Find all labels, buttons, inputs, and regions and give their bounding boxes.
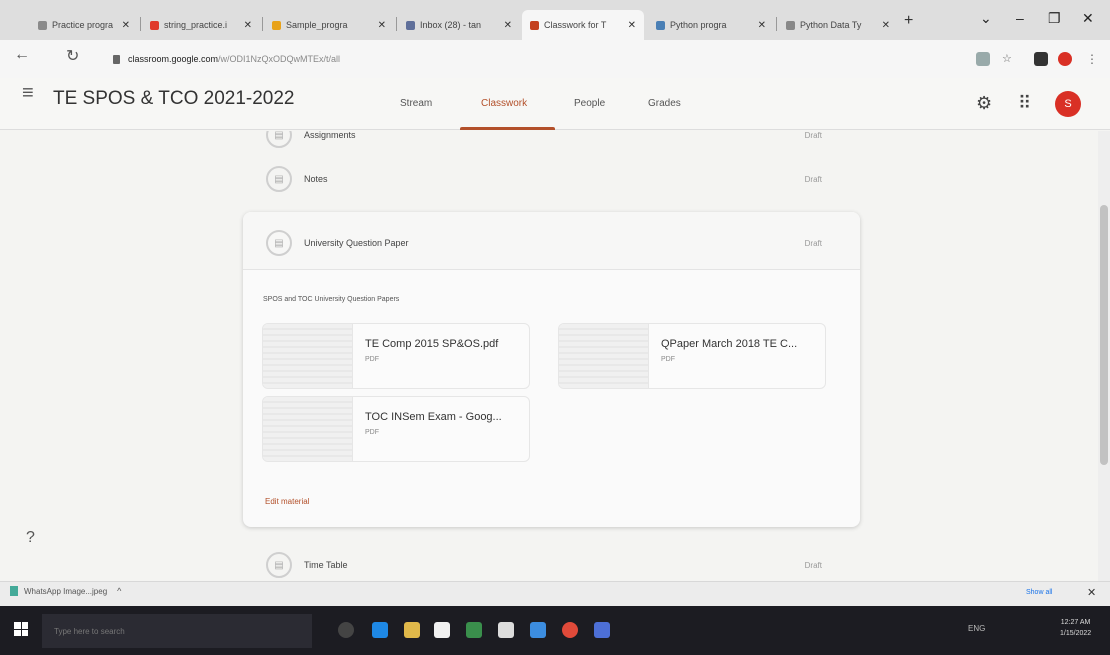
pdf-thumbnail	[263, 397, 353, 461]
browser-tab[interactable]: Python Data Ty ✕	[778, 10, 898, 40]
tab-favicon-icon	[38, 20, 47, 30]
material-icon: ▤	[266, 552, 292, 578]
tab-favicon-icon	[150, 20, 159, 30]
class-title[interactable]: TE SPOS & TCO 2021-2022	[53, 88, 295, 110]
tab-divider	[140, 17, 141, 31]
browser-tab-active[interactable]: Classwork for T ✕	[522, 10, 644, 40]
tab-close-icon[interactable]: ✕	[882, 20, 890, 31]
profile-icon[interactable]	[1058, 52, 1072, 66]
tab-stream[interactable]: Stream	[400, 98, 432, 109]
taskbar-search-input[interactable]: Type here to search	[42, 614, 312, 648]
browser-tab[interactable]: Practice progra ✕	[30, 10, 138, 40]
pdf-thumbnail	[559, 324, 649, 388]
topic-row-expanded[interactable]: ▤ University Question Paper Draft	[262, 225, 852, 261]
menu-kebab-icon[interactable]: ⋮	[1086, 52, 1100, 66]
download-item[interactable]: WhatsApp Image...jpeg ^	[10, 586, 121, 596]
downloads-bar	[0, 581, 1110, 606]
material-icon: ▤	[266, 131, 292, 148]
store-icon[interactable]	[434, 622, 450, 638]
pdf-thumbnail	[263, 324, 353, 388]
browser-tab[interactable]: Sample_progra ✕	[264, 10, 394, 40]
hamburger-menu-icon[interactable]: ≡	[22, 82, 34, 105]
tab-favicon-icon	[656, 20, 665, 30]
attachment-card[interactable]: QPaper March 2018 TE C... PDF	[558, 323, 826, 389]
edge-icon[interactable]	[372, 622, 388, 638]
tab-classwork[interactable]: Classwork	[481, 98, 527, 109]
material-icon: ▤	[266, 230, 292, 256]
windows-start-icon[interactable]	[14, 622, 28, 636]
tab-divider	[262, 17, 263, 31]
material-icon: ▤	[266, 166, 292, 192]
system-tray-language[interactable]: ENG	[968, 624, 985, 633]
extensions-puzzle-icon[interactable]	[1034, 52, 1048, 66]
tab-search-icon[interactable]: ⌄	[980, 10, 992, 27]
tab-close-icon[interactable]: ✕	[244, 20, 252, 31]
back-icon[interactable]: ←	[14, 46, 30, 64]
tab-favicon-icon	[786, 20, 795, 30]
tab-divider	[396, 17, 397, 31]
tab-close-icon[interactable]: ✕	[758, 20, 766, 31]
attachment-card[interactable]: TE Comp 2015 SP&OS.pdf PDF	[262, 323, 530, 389]
edit-material-link[interactable]: Edit material	[265, 497, 309, 506]
topic-row[interactable]: ▤ Notes Draft	[262, 161, 852, 197]
restore-icon[interactable]: ❐	[1048, 10, 1061, 27]
browser-tab[interactable]: Python progra ✕	[648, 10, 774, 40]
browser-tab[interactable]: Inbox (28) - tan ✕	[398, 10, 520, 40]
material-description: SPOS and TOC University Question Papers	[263, 296, 400, 303]
new-tab-button[interactable]: +	[904, 12, 913, 30]
avatar[interactable]: S	[1055, 91, 1081, 117]
scrollbar-thumb[interactable]	[1100, 205, 1108, 465]
show-all-link[interactable]: Show all	[1026, 589, 1052, 596]
close-window-icon[interactable]: ✕	[1082, 10, 1094, 27]
tab-close-icon[interactable]: ✕	[628, 20, 636, 31]
notes-app-icon[interactable]	[498, 622, 514, 638]
app-icon[interactable]	[466, 622, 482, 638]
chrome-icon[interactable]	[562, 622, 578, 638]
chevron-up-icon[interactable]: ^	[117, 586, 121, 596]
tab-people[interactable]: People	[574, 98, 605, 109]
tab-grades[interactable]: Grades	[648, 98, 681, 109]
active-tab-indicator	[460, 127, 555, 130]
tab-divider	[776, 17, 777, 31]
topic-row[interactable]: ▤ Time Table Draft	[262, 547, 852, 581]
image-file-icon	[10, 586, 18, 596]
apps-grid-icon[interactable]: ⠿	[1018, 93, 1031, 114]
minimize-icon[interactable]: –	[1016, 10, 1024, 26]
tab-favicon-icon	[272, 20, 281, 30]
tab-favicon-icon	[530, 20, 539, 30]
tab-close-icon[interactable]: ✕	[122, 20, 130, 31]
taskbar-clock[interactable]: 12:27 AM 1/15/2022	[1060, 617, 1091, 639]
cortana-icon[interactable]	[338, 622, 354, 638]
attachment-card[interactable]: TOC INSem Exam - Goog... PDF	[262, 396, 530, 462]
star-icon[interactable]: ☆	[1002, 52, 1016, 66]
extension-icon[interactable]	[976, 52, 990, 66]
help-icon[interactable]: ?	[26, 529, 35, 547]
topic-row[interactable]: ▤ Assignments Draft	[262, 131, 852, 153]
classwork-content: ▤ Assignments Draft ▤ Notes Draft ▤ Univ…	[0, 131, 1098, 581]
file-explorer-icon[interactable]	[404, 622, 420, 638]
tab-close-icon[interactable]: ✕	[378, 20, 386, 31]
url-field[interactable]: classroom.google.com /w/ODI1NzQxODQwMTEx…	[113, 49, 713, 69]
vscode-icon[interactable]	[594, 622, 610, 638]
tab-close-icon[interactable]: ✕	[504, 20, 512, 31]
lock-icon	[113, 54, 120, 64]
mail-icon[interactable]	[530, 622, 546, 638]
tab-favicon-icon	[406, 20, 415, 30]
settings-gear-icon[interactable]: ⚙	[976, 93, 992, 114]
close-downloads-icon[interactable]: ✕	[1087, 586, 1096, 599]
reload-icon[interactable]: ↻	[66, 46, 79, 66]
browser-tab[interactable]: string_practice.i ✕	[142, 10, 260, 40]
